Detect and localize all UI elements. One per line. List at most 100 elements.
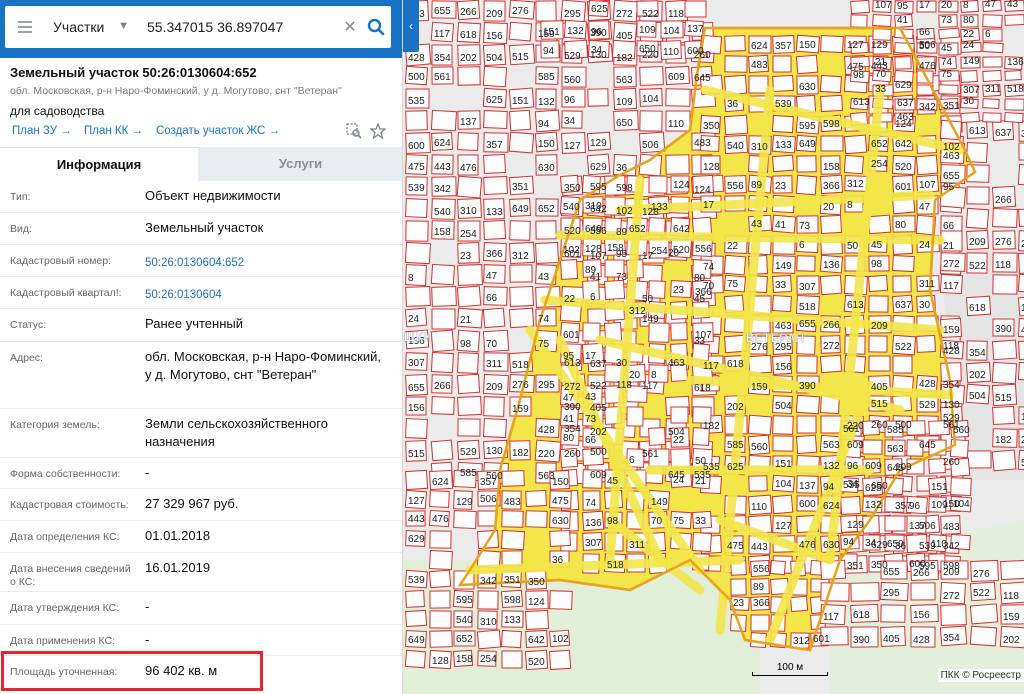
land-plot[interactable] — [483, 153, 507, 175]
land-plot[interactable] — [405, 589, 425, 608]
land-plot[interactable] — [549, 590, 573, 610]
menu-icon[interactable] — [5, 6, 45, 48]
land-plot[interactable] — [457, 132, 479, 151]
land-plot[interactable] — [483, 175, 508, 195]
land-plot[interactable] — [684, 0, 707, 18]
land-plot[interactable] — [982, 14, 1003, 28]
land-plot[interactable] — [453, 510, 477, 530]
land-plot[interactable] — [850, 14, 868, 28]
land-plot[interactable] — [772, 435, 794, 452]
land-plot[interactable] — [430, 109, 457, 132]
land-plot[interactable] — [430, 329, 455, 353]
land-plot[interactable] — [430, 263, 456, 286]
land-plot[interactable] — [960, 111, 980, 124]
land-plot[interactable] — [405, 220, 429, 242]
land-plot[interactable] — [457, 418, 481, 437]
land-plot[interactable] — [405, 110, 428, 131]
land-plot[interactable] — [880, 604, 906, 623]
land-plot[interactable] — [430, 351, 454, 374]
land-plot[interactable] — [938, 84, 959, 95]
land-plot[interactable] — [670, 448, 691, 469]
land-plot[interactable] — [482, 65, 508, 88]
land-plot[interactable] — [843, 134, 868, 155]
land-plot[interactable] — [509, 220, 531, 241]
land-plot[interactable] — [509, 285, 534, 307]
land-plot[interactable] — [483, 396, 505, 417]
land-plot[interactable] — [1018, 142, 1024, 161]
land-plot[interactable] — [769, 559, 786, 576]
land-plot[interactable] — [477, 510, 497, 527]
land-plot[interactable] — [772, 415, 794, 435]
attribute-value-link[interactable]: 50:26:0130604:652 — [145, 254, 390, 272]
land-plot[interactable] — [1017, 361, 1024, 382]
land-plot[interactable] — [508, 109, 532, 132]
land-plot[interactable] — [796, 255, 816, 272]
land-plot[interactable] — [992, 274, 1018, 295]
tab-information[interactable]: Информация — [0, 147, 198, 181]
land-plot[interactable] — [940, 362, 962, 382]
land-plot[interactable] — [819, 74, 842, 94]
land-plot[interactable] — [820, 94, 844, 113]
land-plot[interactable] — [429, 490, 450, 509]
land-plot[interactable] — [1018, 251, 1024, 274]
land-plot[interactable] — [795, 54, 819, 75]
land-plot[interactable] — [501, 510, 524, 528]
land-plot[interactable] — [501, 470, 525, 487]
land-plot[interactable] — [748, 75, 769, 94]
land-plot[interactable] — [500, 629, 522, 649]
land-plot[interactable] — [482, 417, 507, 439]
land-plot[interactable] — [508, 307, 535, 329]
land-plot[interactable] — [535, 241, 560, 264]
land-plot[interactable] — [982, 98, 1000, 110]
land-plot[interactable] — [429, 630, 453, 648]
land-plot[interactable] — [772, 74, 794, 93]
land-plot[interactable] — [508, 21, 533, 42]
land-plot[interactable] — [404, 649, 427, 669]
land-plot[interactable] — [771, 494, 794, 515]
land-plot[interactable] — [747, 414, 773, 436]
land-plot[interactable] — [431, 308, 456, 330]
land-plot[interactable] — [820, 34, 844, 54]
land-plot[interactable] — [820, 135, 844, 152]
land-plot[interactable] — [868, 295, 889, 313]
coordinates-input[interactable] — [135, 6, 339, 48]
land-plot[interactable] — [483, 110, 508, 130]
land-plot[interactable] — [991, 449, 1017, 472]
land-plot[interactable] — [771, 294, 792, 313]
land-plot[interactable] — [771, 154, 795, 173]
land-plot[interactable] — [819, 354, 843, 374]
land-plot[interactable] — [1004, 98, 1024, 111]
land-plot[interactable] — [789, 595, 809, 613]
land-plot[interactable] — [525, 489, 547, 507]
land-plot[interactable] — [868, 355, 891, 372]
land-plot[interactable] — [457, 352, 479, 374]
land-plot[interactable] — [648, 175, 668, 194]
land-plot[interactable] — [966, 450, 992, 469]
land-plot[interactable] — [626, 406, 644, 427]
land-plot[interactable] — [549, 529, 571, 547]
land-plot[interactable] — [992, 405, 1016, 426]
land-plot[interactable] — [508, 131, 535, 154]
land-plot[interactable] — [991, 339, 1018, 361]
land-plot[interactable] — [892, 275, 912, 293]
land-plot[interactable] — [982, 69, 1002, 83]
land-plot[interactable] — [404, 241, 432, 265]
land-plot[interactable] — [1000, 559, 1024, 581]
land-plot[interactable] — [665, 154, 690, 175]
land-plot[interactable] — [428, 549, 453, 571]
land-plot[interactable] — [992, 208, 1018, 229]
land-plot[interactable] — [404, 469, 429, 491]
land-plot[interactable] — [819, 274, 843, 296]
land-plot[interactable] — [969, 625, 998, 647]
land-plot[interactable] — [1017, 273, 1024, 294]
land-plot[interactable] — [730, 578, 747, 596]
land-plot[interactable] — [525, 510, 548, 528]
land-plot[interactable] — [850, 0, 871, 15]
land-plot[interactable] — [748, 475, 768, 492]
land-plot[interactable] — [795, 434, 818, 455]
land-plot[interactable] — [429, 590, 451, 609]
land-plot[interactable] — [982, 112, 1002, 123]
land-plot[interactable] — [535, 220, 557, 240]
land-plot[interactable] — [796, 155, 817, 173]
land-plot[interactable] — [691, 531, 713, 553]
